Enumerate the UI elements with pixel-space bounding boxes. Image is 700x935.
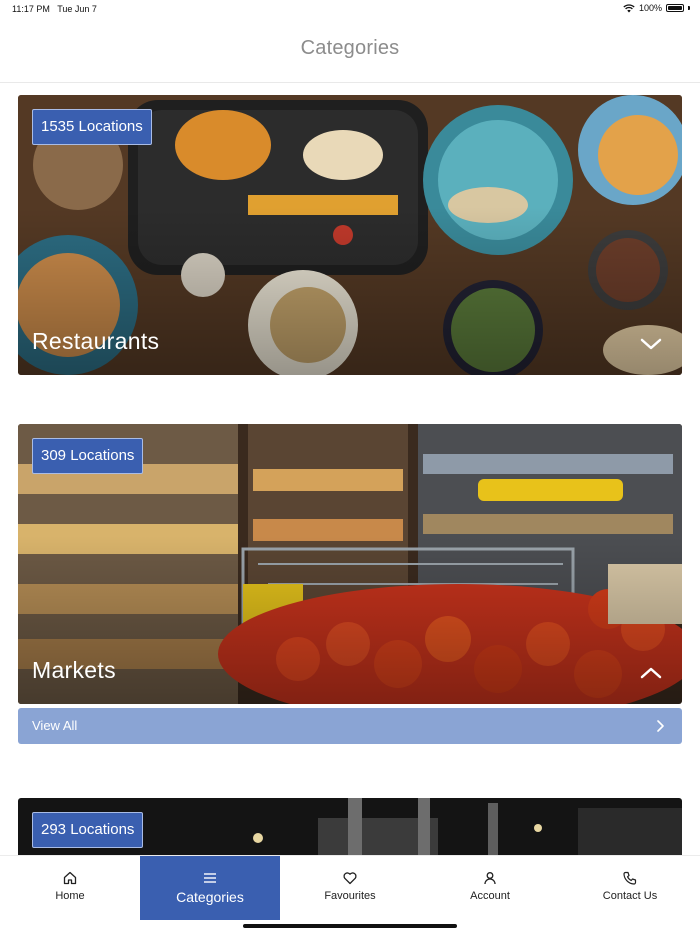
menu-icon [204, 873, 216, 883]
tab-label: Contact Us [602, 890, 658, 902]
battery-icon [666, 4, 684, 12]
view-all-label: View All [32, 718, 78, 733]
chevron-right-icon [657, 720, 664, 732]
user-icon [484, 872, 496, 885]
header-divider [0, 82, 700, 83]
page-title: Categories [300, 37, 400, 59]
heart-icon [343, 872, 357, 885]
category-card-restaurants[interactable]: 1535 Locations Restaurants [18, 95, 682, 375]
tab-contact-us[interactable]: Contact Us [560, 856, 700, 920]
category-card-markets[interactable]: 309 Locations Markets [18, 424, 682, 704]
battery-tip [688, 6, 690, 10]
phone-icon [623, 871, 637, 885]
status-indicators: 100% [623, 3, 690, 13]
chevron-up-icon[interactable] [640, 666, 662, 680]
locations-badge: 309 Locations [32, 438, 144, 474]
status-time: 11:17 PM Tue Jun 7 [12, 4, 97, 14]
tab-label: Home [55, 890, 85, 902]
view-all-button[interactable]: View All [18, 708, 682, 744]
tab-categories[interactable]: Categories [140, 856, 280, 920]
locations-badge: 293 Locations [32, 812, 144, 848]
status-bar: 11:17 PM Tue Jun 7 100% [0, 0, 700, 18]
chevron-down-icon[interactable] [640, 337, 662, 351]
wifi-icon [623, 3, 635, 12]
status-clock: 11:17 PM [12, 4, 50, 14]
tab-favourites[interactable]: Favourites [280, 856, 420, 920]
status-date: Tue Jun 7 [57, 4, 97, 14]
locations-badge: 1535 Locations [32, 109, 152, 145]
home-icon [63, 871, 77, 885]
tab-label: Account [470, 890, 510, 902]
home-indicator [243, 924, 457, 928]
tab-bar: Home Categories Favourites Account Conta… [0, 855, 700, 935]
category-card-third[interactable]: 293 Locations [18, 798, 682, 855]
category-label: Restaurants [32, 328, 160, 354]
battery-percent: 100% [638, 3, 662, 13]
tab-home[interactable]: Home [0, 856, 140, 920]
tab-label: Favourites [324, 890, 376, 902]
tab-label: Categories [176, 889, 244, 905]
tab-account[interactable]: Account [420, 856, 560, 920]
category-label: Markets [32, 657, 116, 683]
